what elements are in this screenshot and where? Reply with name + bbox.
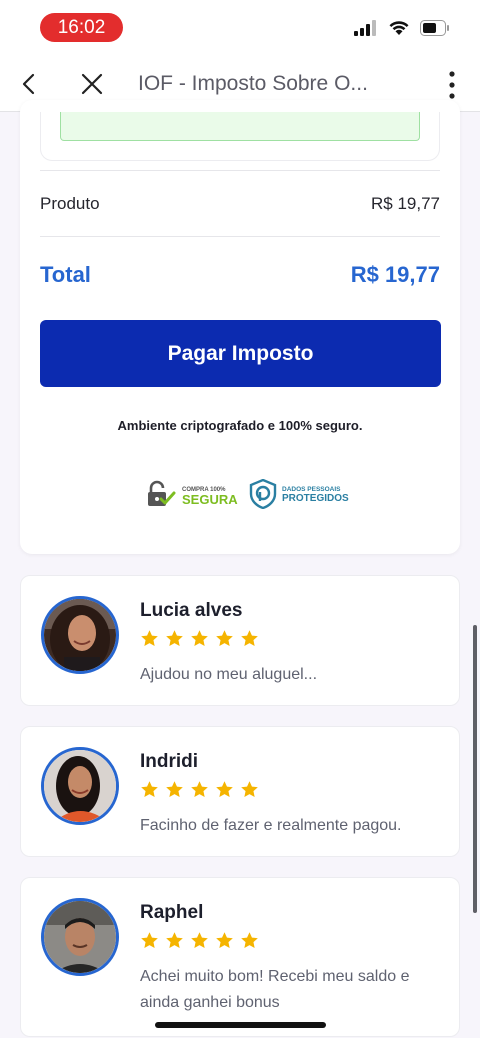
- avatar: [41, 898, 119, 976]
- reviewer-name: Indridi: [140, 751, 199, 772]
- avatar: [41, 596, 119, 674]
- product-value: R$ 19,77: [371, 194, 440, 213]
- badge-big-text: SEGURA: [182, 491, 238, 507]
- review-card: Lucia alves Ajudou no meu aluguel...: [20, 575, 460, 706]
- secure-purchase-badge: COMPRA 100% SEGURA: [146, 480, 238, 512]
- avatar: [41, 747, 119, 825]
- star-icon: [191, 630, 208, 647]
- badge-big-text: PROTEGIDOS: [282, 493, 349, 505]
- star-icon: [241, 781, 258, 798]
- home-indicator[interactable]: [155, 1022, 326, 1028]
- success-notice-box: [60, 112, 420, 141]
- data-protected-badge: DADOS PESSOAIS PROTEGIDOS: [249, 478, 349, 514]
- star-icon: [191, 781, 208, 798]
- total-label: Total: [40, 262, 91, 287]
- review-card: Indridi Facinho de fazer e realmente pag…: [20, 726, 460, 857]
- total-value: R$ 19,77: [350, 262, 440, 287]
- battery-icon: [420, 20, 450, 41]
- star-icon: [166, 932, 183, 949]
- padlock-check-icon: [146, 480, 176, 513]
- product-label: Produto: [40, 194, 100, 213]
- close-icon[interactable]: [80, 72, 104, 96]
- page-title: IOF - Imposto Sobre O...: [138, 72, 368, 95]
- star-icon: [166, 630, 183, 647]
- more-options-icon[interactable]: [444, 70, 460, 100]
- trust-badges: COMPRA 100% SEGURA DADOS PESSOAIS PROTEG…: [20, 478, 460, 514]
- review-text: Facinho de fazer e realmente pagou.: [140, 817, 402, 834]
- star-rating: [140, 931, 259, 950]
- status-time: 16:02: [40, 13, 123, 42]
- back-arrow-icon[interactable]: [18, 72, 42, 96]
- reviewer-name: Lucia alves: [140, 600, 243, 621]
- scrollbar[interactable]: [473, 625, 477, 913]
- review-text: Achei muito bom! Recebi meu saldo e aind…: [140, 968, 410, 1011]
- pay-tax-button[interactable]: Pagar Imposto: [40, 320, 441, 387]
- star-icon: [216, 932, 233, 949]
- star-rating: [140, 780, 259, 799]
- star-icon: [166, 781, 183, 798]
- review-text: Ajudou no meu aluguel...: [140, 666, 318, 683]
- wifi-icon: [388, 20, 410, 41]
- signal-icon: [354, 20, 378, 41]
- star-rating: [140, 629, 259, 648]
- star-icon: [216, 781, 233, 798]
- star-icon: [141, 781, 158, 798]
- status-icons: [354, 20, 450, 41]
- security-note: Ambiente criptografado e 100% seguro.: [117, 418, 363, 433]
- star-icon: [241, 630, 258, 647]
- divider: [40, 170, 440, 171]
- divider: [40, 236, 440, 237]
- status-bar: 16:02: [0, 0, 480, 56]
- star-icon: [141, 630, 158, 647]
- review-card: Raphel Achei muito bom! Recebi meu saldo…: [20, 877, 460, 1037]
- star-icon: [216, 630, 233, 647]
- star-icon: [241, 932, 258, 949]
- reviewer-name: Raphel: [140, 902, 204, 923]
- payment-card: Produto R$ 19,77 Total R$ 19,77 Pagar Im…: [20, 100, 460, 554]
- star-icon: [141, 932, 158, 949]
- shield-p-icon: [249, 478, 277, 514]
- star-icon: [191, 932, 208, 949]
